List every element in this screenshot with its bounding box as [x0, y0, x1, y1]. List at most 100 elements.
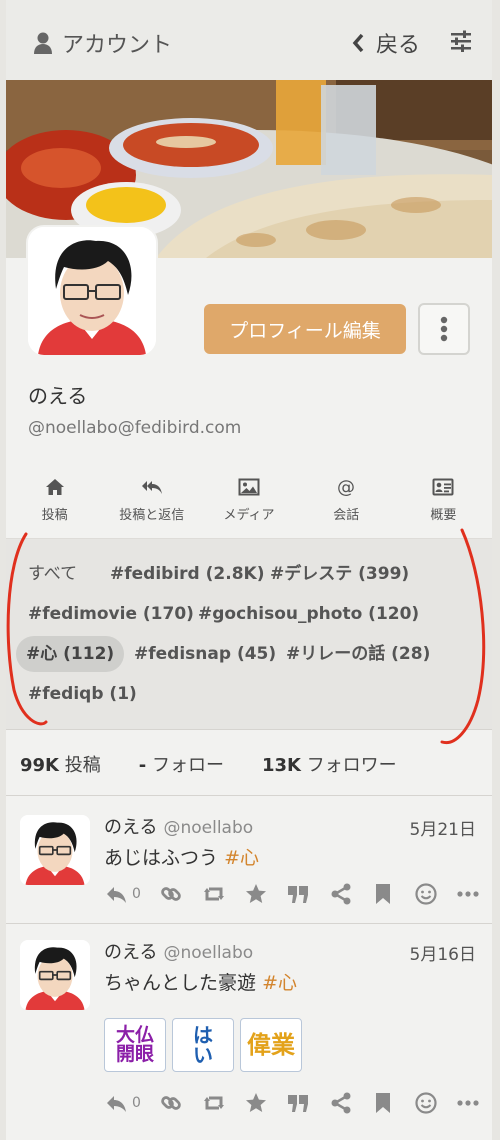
profile-display-name: のえる [28, 384, 88, 408]
followers-count-label: フォロワー [306, 754, 397, 776]
hashtag-filter[interactable]: #fediqb (1) [18, 676, 147, 712]
status-handle: @noellabo [163, 943, 254, 963]
tab-about[interactable]: 概要 [395, 470, 492, 538]
bookmark-icon[interactable] [371, 1091, 395, 1115]
posts-counter[interactable]: 99K 投稿 [20, 751, 101, 777]
settings-sliders-icon[interactable] [450, 30, 472, 52]
link-icon[interactable] [159, 882, 183, 906]
reply-button[interactable]: 0 [104, 1091, 141, 1115]
status-content: ちゃんとした豪遊 #心 [104, 968, 297, 995]
posts-count: 99K [20, 754, 59, 776]
account-column: アカウント 戻る プロフィール編集 のえる @noellabo@fedibird… [6, 0, 492, 1140]
quote-icon[interactable] [286, 1091, 310, 1115]
tab-label: 投稿と返信 [119, 508, 185, 523]
status-text: ちゃんとした豪遊 [104, 972, 257, 994]
hashtag-filter-selected[interactable]: #心 (112) [16, 636, 125, 672]
emoji-reaction[interactable]: 大仏 開眼 [104, 1018, 166, 1072]
star-icon[interactable] [244, 1091, 268, 1115]
status-date[interactable]: 5月21日 [410, 815, 476, 840]
profile-avatar[interactable] [26, 225, 158, 357]
emoji-reaction-icon[interactable] [414, 1091, 438, 1115]
image-icon [238, 478, 260, 496]
hashtag-filter[interactable]: #リレーの話 (28) [276, 636, 440, 672]
emoji-reaction[interactable]: はい [172, 1018, 234, 1072]
at-icon: @ [337, 477, 355, 498]
status-content: あじはふつう #心 [104, 843, 259, 870]
status-handle: @noellabo [163, 818, 254, 838]
boost-icon[interactable] [202, 1091, 226, 1115]
featured-hashtags: すべて #fedibird (2.8K) #デレステ (399) #fedimo… [6, 538, 492, 730]
more-options-button[interactable] [418, 303, 470, 355]
back-button[interactable]: 戻る [352, 27, 420, 59]
more-icon[interactable] [456, 1091, 480, 1115]
user-icon [34, 32, 52, 54]
boost-icon[interactable] [202, 882, 226, 906]
status-author[interactable]: のえる @noellabo [104, 813, 253, 839]
hashtag-filter[interactable]: #fedisnap (45) [124, 636, 286, 672]
status-item[interactable]: のえる @noellabo 5月21日 あじはふつう #心 0 [6, 797, 492, 924]
reply-count: 0 [132, 886, 141, 902]
hashtag-filter[interactable]: #gochisou_photo (120) [188, 596, 429, 632]
reply-all-icon [141, 481, 162, 494]
status-date[interactable]: 5月16日 [410, 940, 476, 965]
following-count-label: フォロー [151, 754, 224, 776]
home-icon [45, 479, 64, 495]
bookmark-icon[interactable] [371, 882, 395, 906]
followers-counter[interactable]: 13K フォロワー [262, 751, 397, 777]
status-display-name: のえる [104, 942, 158, 963]
followers-count: 13K [261, 754, 301, 776]
chevron-left-icon [352, 33, 364, 53]
status-item[interactable]: のえる @noellabo 5月16日 ちゃんとした豪遊 #心 大仏 開眼 はい 偉… [6, 924, 492, 1140]
status-author[interactable]: のえる @noellabo [104, 938, 253, 964]
reply-icon [107, 887, 126, 903]
tab-label: 投稿 [41, 508, 68, 523]
status-avatar[interactable] [20, 940, 90, 1010]
edit-profile-button[interactable]: プロフィール編集 [204, 304, 406, 354]
profile-tabs: 投稿 投稿と返信 メディア @ 会話 概要 [6, 470, 492, 538]
reply-icon [107, 1096, 126, 1112]
hashtag-filter[interactable]: #fedibird (2.8K) [100, 556, 274, 592]
hashtag-filter[interactable]: #fedimovie (170) [18, 596, 204, 632]
svg-text:@: @ [337, 477, 355, 498]
status-text: あじはふつう [104, 847, 219, 869]
emoji-text: は [193, 1023, 213, 1047]
id-card-icon [432, 478, 454, 496]
account-counters: 99K 投稿 - フォロー 13K フォロワー [6, 732, 492, 796]
status-hashtag-link[interactable]: #心 [224, 847, 259, 869]
emoji-reaction[interactable]: 偉業 [240, 1018, 302, 1072]
status-action-bar: 0 [104, 879, 480, 909]
hashtag-filter-all[interactable]: すべて [18, 556, 87, 592]
status-hashtag-link[interactable]: #心 [262, 972, 297, 994]
link-icon[interactable] [159, 1091, 183, 1115]
hashtag-filter[interactable]: #デレステ (399) [260, 556, 419, 592]
tab-conversations[interactable]: @ 会話 [298, 470, 395, 538]
column-title: アカウント [34, 27, 172, 59]
following-count: - [138, 754, 147, 776]
status-display-name: のえる [104, 817, 158, 838]
column-title-text: アカウント [62, 33, 173, 58]
tab-label: 会話 [333, 508, 360, 523]
reply-count: 0 [132, 1095, 141, 1111]
emoji-reaction-icon[interactable] [414, 882, 438, 906]
following-counter[interactable]: - フォロー [139, 751, 224, 777]
share-icon[interactable] [329, 1091, 353, 1115]
tab-media[interactable]: メディア [200, 470, 297, 538]
star-icon[interactable] [244, 882, 268, 906]
status-action-bar: 0 [104, 1088, 480, 1118]
tab-posts[interactable]: 投稿 [6, 470, 103, 538]
emoji-text: 開眼 [115, 1043, 154, 1065]
tab-posts-and-replies[interactable]: 投稿と返信 [103, 470, 200, 538]
emoji-text: 偉業 [247, 1031, 295, 1059]
posts-count-label: 投稿 [64, 754, 101, 776]
quote-icon[interactable] [286, 882, 310, 906]
back-button-label: 戻る [375, 33, 420, 58]
tab-label: メディア [223, 508, 275, 523]
emoji-reactions: 大仏 開眼 はい 偉業 [104, 1018, 302, 1072]
share-icon[interactable] [329, 882, 353, 906]
tab-label: 概要 [430, 508, 457, 523]
more-icon[interactable] [456, 882, 480, 906]
column-header: アカウント 戻る [6, 0, 492, 80]
status-avatar[interactable] [20, 815, 90, 885]
reply-button[interactable]: 0 [104, 882, 141, 906]
emoji-text: い [193, 1043, 213, 1067]
